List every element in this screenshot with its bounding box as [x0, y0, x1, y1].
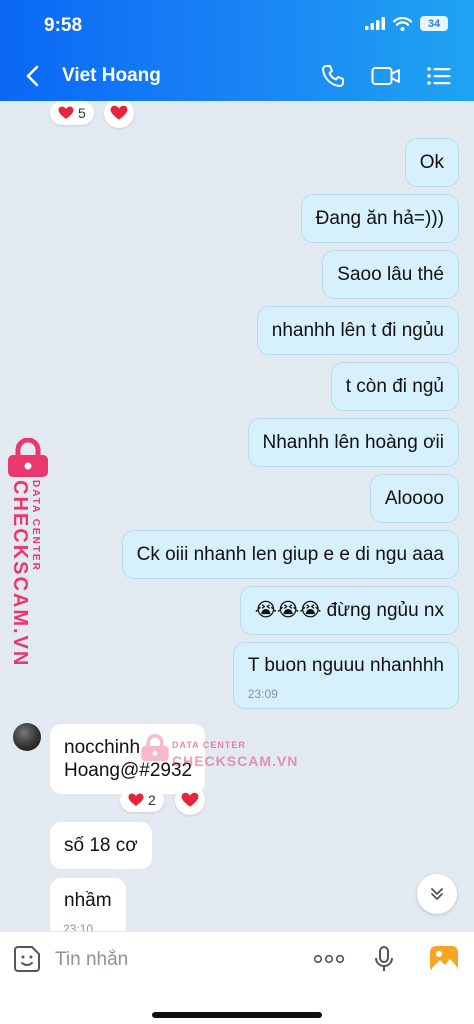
signal-icon: [365, 17, 385, 30]
image-gallery-icon: [430, 946, 458, 972]
outgoing-message[interactable]: T buon nguuu nhanhhh 23:09: [232, 642, 459, 709]
sticker-button[interactable]: [10, 942, 44, 976]
message-text: nhanhh lên t đi ngủu: [271, 319, 444, 341]
outgoing-message[interactable]: t còn đi ngủ: [330, 362, 459, 411]
reaction-count: 2: [148, 792, 156, 808]
message-text: Ok: [419, 151, 444, 173]
status-icons: 34: [365, 16, 448, 31]
heart-icon: [58, 106, 74, 119]
message-text: Đang ăn hả=))): [315, 207, 444, 229]
outgoing-message[interactable]: Ok: [404, 138, 459, 187]
watermark-subtitle: DATA CENTER: [172, 740, 246, 750]
react-button[interactable]: [104, 101, 134, 128]
heart-icon: [128, 793, 144, 806]
wifi-icon: [393, 16, 412, 31]
heart-icon: [181, 792, 199, 807]
more-options-button[interactable]: [312, 942, 346, 976]
incoming-message[interactable]: số 18 cơ: [49, 821, 153, 870]
react-button[interactable]: [175, 785, 205, 815]
double-chevron-down-icon: [431, 888, 443, 900]
home-indicator: [152, 1012, 322, 1018]
message-text: Saoo lâu thé: [337, 263, 444, 285]
watermark-lock-icon: [141, 734, 169, 761]
call-button[interactable]: [318, 63, 348, 89]
chevron-left-icon: [26, 65, 39, 87]
message-text-line: nocchinh: [64, 737, 141, 758]
outgoing-message[interactable]: nhanhh lên t đi ngủu: [256, 306, 459, 355]
voice-message-button[interactable]: [367, 942, 401, 976]
outgoing-message[interactable]: Aloooo: [369, 474, 459, 523]
scroll-to-bottom-button[interactable]: [417, 874, 457, 914]
reaction-count: 5: [78, 105, 86, 121]
outgoing-message[interactable]: 😭😭😭 đừng ngủu nx: [239, 586, 459, 635]
message-text: T buon nguuu nhanhhh: [247, 655, 444, 676]
video-call-button[interactable]: [370, 63, 402, 89]
outgoing-message[interactable]: Saoo lâu thé: [322, 250, 459, 299]
watermark-subtitle: DATA CENTER: [30, 480, 41, 572]
chat-header: 9:58 34 Viet Hoang: [0, 0, 474, 101]
message-text: t còn đi ngủ: [345, 375, 444, 397]
photo-button[interactable]: [427, 942, 461, 976]
watermark-brand: CHECKSCAM.VN: [172, 753, 299, 769]
message-text: số 18 cơ: [64, 834, 138, 856]
contact-name[interactable]: Viet Hoang: [62, 65, 161, 87]
message-text: Aloooo: [384, 487, 444, 509]
message-text: Nhanhh lên hoàng ơii: [262, 431, 444, 453]
message-input-bar: [0, 931, 474, 1024]
menu-button[interactable]: [424, 63, 454, 89]
watermark-lock-icon: [8, 438, 48, 477]
watermark-brand: CHECKSCAM.VN: [9, 480, 31, 668]
message-time: 23:10: [63, 922, 94, 931]
avatar[interactable]: [13, 723, 41, 751]
outgoing-message[interactable]: Nhanhh lên hoàng ơii: [247, 418, 459, 467]
emoji-sticker-icon: [14, 946, 40, 972]
chat-area[interactable]: 5 Ok Đang ăn hả=))) Saoo lâu thé nhanhh …: [0, 101, 474, 931]
battery-icon: 34: [420, 16, 448, 31]
status-time: 9:58: [44, 15, 83, 36]
video-camera-icon: [371, 67, 400, 85]
list-menu-icon: [427, 67, 451, 85]
reaction-summary[interactable]: 2: [120, 788, 164, 812]
back-button[interactable]: [22, 62, 44, 90]
message-text: nhầm: [64, 890, 112, 911]
outgoing-message[interactable]: Đang ăn hả=))): [300, 194, 459, 243]
more-dots-icon: [313, 954, 345, 964]
microphone-icon: [375, 946, 393, 971]
reaction-summary[interactable]: 5: [50, 101, 94, 125]
message-time: 23:09: [247, 687, 278, 701]
heart-icon: [110, 105, 128, 120]
message-input[interactable]: [55, 946, 295, 974]
message-text: Ck oiii nhanh len giup e e di ngu aaa: [136, 543, 444, 565]
outgoing-message[interactable]: Ck oiii nhanh len giup e e di ngu aaa: [121, 530, 459, 579]
incoming-message[interactable]: nhầm 23:10: [49, 877, 127, 931]
phone-icon: [322, 65, 344, 87]
message-text: 😭😭😭 đừng ngủu nx: [254, 600, 444, 621]
